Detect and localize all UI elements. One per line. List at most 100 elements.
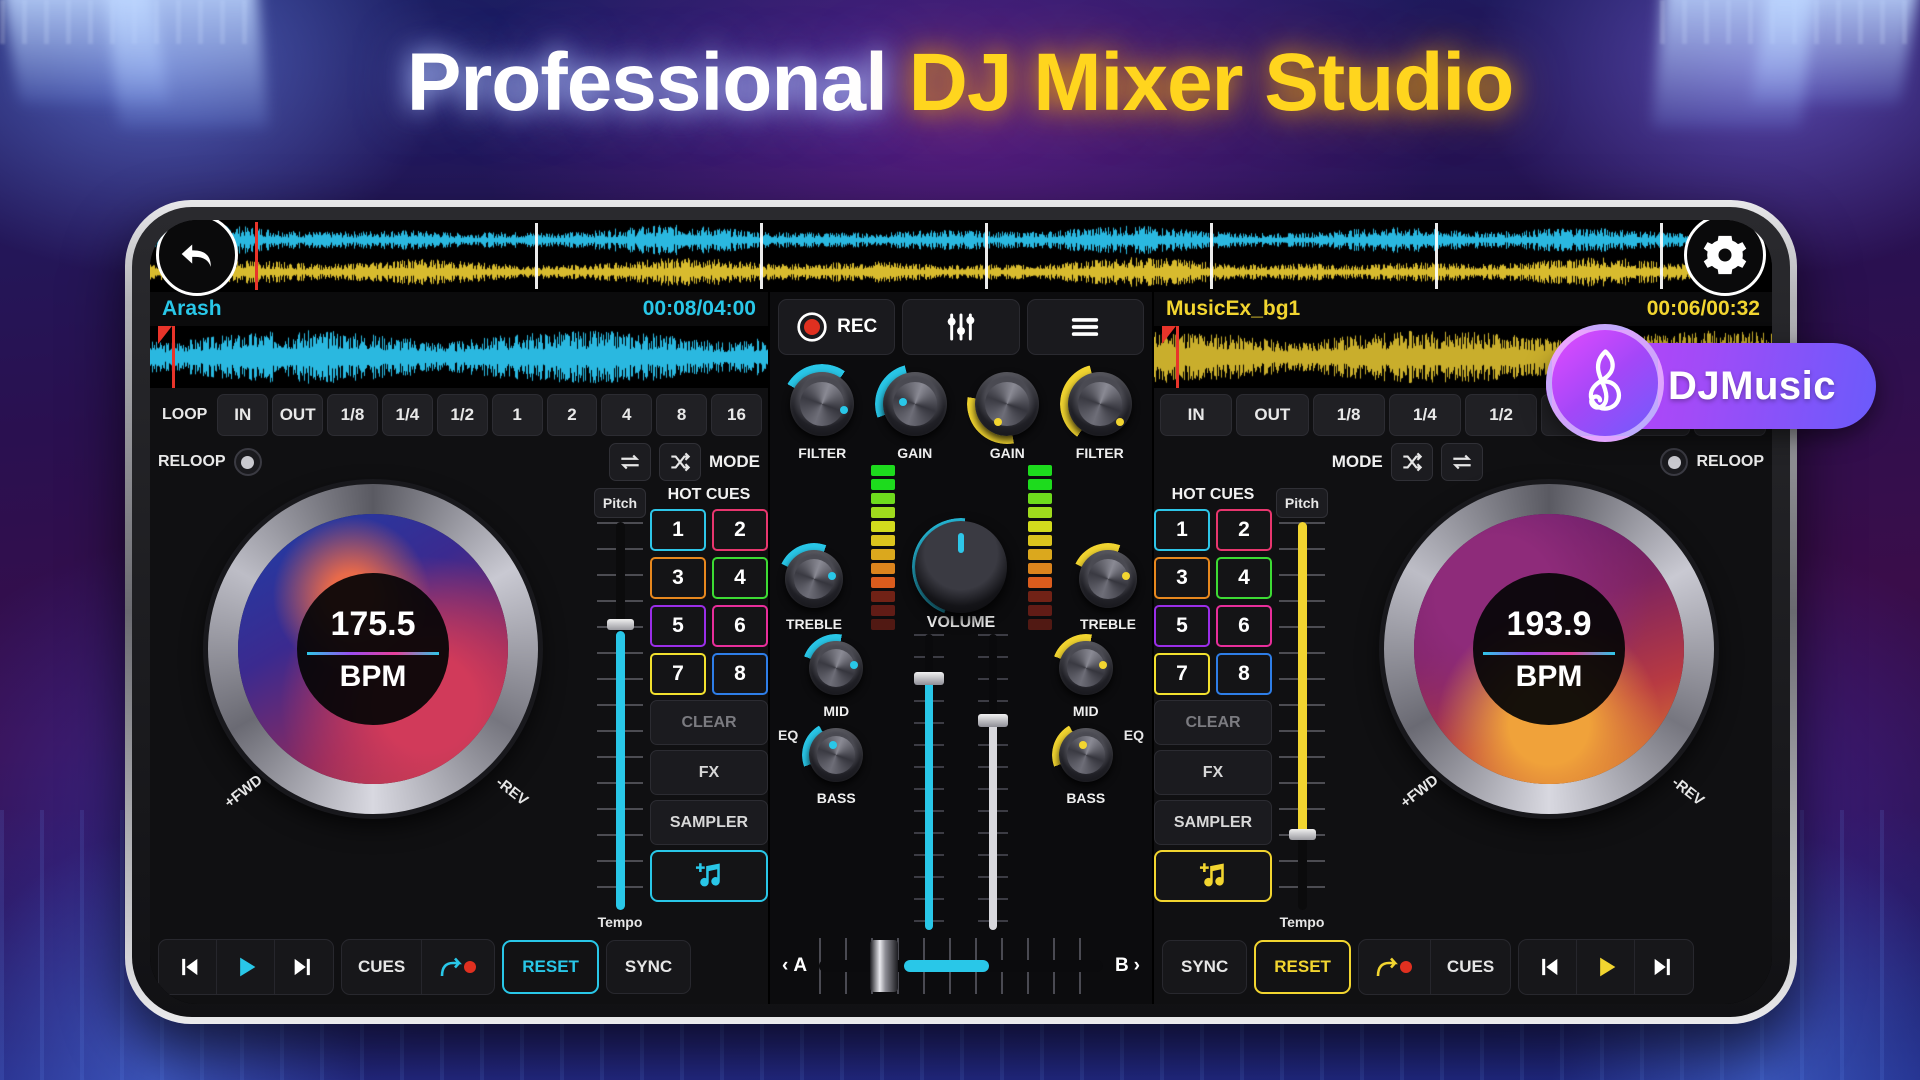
deck-a-cues-button[interactable]: CUES bbox=[342, 940, 422, 994]
mixer-knob-treble-b-dial[interactable] bbox=[1072, 543, 1144, 615]
deck-b-loop-1-4[interactable]: 1/4 bbox=[1389, 394, 1461, 436]
deck-b-tempo-slider[interactable] bbox=[1279, 522, 1325, 910]
deck-A-hot-cue-5[interactable]: 5 bbox=[650, 605, 706, 647]
deck-b-reloop[interactable]: RELOOP bbox=[1660, 448, 1764, 476]
deck-a-loop-1-2[interactable]: 1/2 bbox=[437, 394, 488, 436]
equalizer-button[interactable] bbox=[902, 299, 1019, 355]
deck-B-hot-cue-1[interactable]: 1 bbox=[1154, 509, 1210, 551]
deck-B-hot-cue-7[interactable]: 7 bbox=[1154, 653, 1210, 695]
deck-a-play-button[interactable] bbox=[217, 940, 275, 994]
mixer-knob-bass-a[interactable]: BASS bbox=[802, 721, 870, 806]
deck-b-play-button[interactable] bbox=[1577, 940, 1635, 994]
deck-B-hot-cue-5[interactable]: 5 bbox=[1154, 605, 1210, 647]
deck-a-loop-4[interactable]: 4 bbox=[601, 394, 652, 436]
deck-a-reloop-toggle[interactable] bbox=[234, 448, 262, 476]
deck-b-next-button[interactable] bbox=[1635, 940, 1693, 994]
deck-a-loop-1[interactable]: 1 bbox=[492, 394, 543, 436]
deck-a-prev-button[interactable] bbox=[159, 940, 217, 994]
deck-a-loop-1-4[interactable]: 1/4 bbox=[382, 394, 433, 436]
deck-b-sampler-button[interactable]: SAMPLER bbox=[1154, 800, 1272, 845]
deck-a-clear-button[interactable]: CLEAR bbox=[650, 700, 768, 745]
rec-button[interactable]: REC bbox=[778, 299, 895, 355]
deck-B-hot-cue-2[interactable]: 2 bbox=[1216, 509, 1272, 551]
deck-a-loop-out[interactable]: OUT bbox=[272, 394, 323, 436]
deck-a-pitch-button[interactable]: Pitch bbox=[594, 488, 646, 518]
deck-A-hot-cue-4[interactable]: 4 bbox=[712, 557, 768, 599]
mixer-channel-fader-b-handle[interactable] bbox=[978, 714, 1008, 727]
deck-b-sync-button[interactable]: SYNC bbox=[1162, 940, 1247, 994]
deck-a-loop-in[interactable]: IN bbox=[217, 394, 268, 436]
deck-B-hot-cue-6[interactable]: 6 bbox=[1216, 605, 1272, 647]
mixer-volume-knob[interactable]: VOLUME bbox=[915, 521, 1007, 632]
deck-a-waveform[interactable] bbox=[150, 326, 768, 388]
deck-b-fx-button[interactable]: FX bbox=[1154, 750, 1272, 795]
mixer-knob-treble-b[interactable]: TREBLE bbox=[1072, 543, 1144, 632]
deck-b-shuffle-button[interactable] bbox=[1391, 443, 1433, 481]
mixer-knob-mid-b-dial[interactable] bbox=[1052, 634, 1120, 702]
deck-b-loop-1-8[interactable]: 1/8 bbox=[1313, 394, 1385, 436]
deck-a-jog-wheel[interactable]: 175.5 BPM +FWD -REV bbox=[208, 484, 538, 814]
djmusic-badge[interactable]: DJMusic bbox=[1546, 338, 1876, 434]
settings-button[interactable] bbox=[1684, 220, 1766, 296]
deck-b-loop-record-button[interactable] bbox=[1359, 940, 1431, 994]
deck-a-loop-1-8[interactable]: 1/8 bbox=[327, 394, 378, 436]
deck-a-loop-record-button[interactable] bbox=[422, 940, 494, 994]
deck-A-hot-cue-2[interactable]: 2 bbox=[712, 509, 768, 551]
mixer-knob-filter-a-dial[interactable] bbox=[782, 364, 862, 444]
deck-a-next-button[interactable] bbox=[275, 940, 333, 994]
mixer-knob-gain-b-dial[interactable] bbox=[967, 364, 1047, 444]
deck-A-hot-cue-1[interactable]: 1 bbox=[650, 509, 706, 551]
deck-b-repeat-button[interactable] bbox=[1441, 443, 1483, 481]
crossfader-slider[interactable] bbox=[819, 938, 1103, 994]
deck-b-clear-button[interactable]: CLEAR bbox=[1154, 700, 1272, 745]
deck-a-fx-button[interactable]: FX bbox=[650, 750, 768, 795]
mixer-channel-fader-a-handle[interactable] bbox=[914, 672, 944, 685]
mixer-knob-bass-b-dial[interactable] bbox=[1052, 721, 1120, 789]
deck-a-tempo-handle[interactable] bbox=[607, 619, 634, 630]
deck-a-loop-2[interactable]: 2 bbox=[547, 394, 598, 436]
mixer-knob-gain-a[interactable]: GAIN bbox=[875, 364, 955, 461]
mixer-knob-mid-a-dial[interactable] bbox=[802, 634, 870, 702]
deck-a-sampler-button[interactable]: SAMPLER bbox=[650, 800, 768, 845]
deck-a-loop-8[interactable]: 8 bbox=[656, 394, 707, 436]
deck-b-loop-1-2[interactable]: 1/2 bbox=[1465, 394, 1537, 436]
mixer-knob-filter-a[interactable]: FILTER bbox=[782, 364, 862, 461]
deck-a-reset-button[interactable]: RESET bbox=[502, 940, 599, 994]
deck-B-hot-cue-3[interactable]: 3 bbox=[1154, 557, 1210, 599]
deck-b-tempo-handle[interactable] bbox=[1289, 829, 1316, 840]
deck-b-loop-out[interactable]: OUT bbox=[1236, 394, 1308, 436]
deck-b-reloop-toggle[interactable] bbox=[1660, 448, 1688, 476]
mixer-knob-bass-a-dial[interactable] bbox=[802, 721, 870, 789]
deck-A-hot-cue-8[interactable]: 8 bbox=[712, 653, 768, 695]
mixer-knob-gain-b[interactable]: GAIN bbox=[967, 364, 1047, 461]
mixer-knob-treble-a-dial[interactable] bbox=[778, 543, 850, 615]
deck-b-prev-button[interactable] bbox=[1519, 940, 1577, 994]
deck-a-sync-button[interactable]: SYNC bbox=[606, 940, 691, 994]
deck-b-jog-wheel[interactable]: 193.9 BPM +FWD -REV bbox=[1384, 484, 1714, 814]
deck-A-hot-cue-7[interactable]: 7 bbox=[650, 653, 706, 695]
mixer-knob-gain-a-dial[interactable] bbox=[875, 364, 955, 444]
deck-a-shuffle-button[interactable] bbox=[659, 443, 701, 481]
deck-b-reset-button[interactable]: RESET bbox=[1254, 940, 1351, 994]
deck-a-reloop[interactable]: RELOOP bbox=[158, 448, 262, 476]
deck-a-loop-16[interactable]: 16 bbox=[711, 394, 762, 436]
mixer-knob-treble-a[interactable]: TREBLE bbox=[778, 543, 850, 632]
deck-b-add-sample-button[interactable] bbox=[1154, 850, 1272, 902]
deck-a-add-sample-button[interactable] bbox=[650, 850, 768, 902]
deck-b-cues-button[interactable]: CUES bbox=[1431, 940, 1510, 994]
mixer-channel-fader-b[interactable] bbox=[978, 634, 1008, 930]
deck-a-tempo-slider[interactable] bbox=[597, 522, 643, 910]
menu-button[interactable] bbox=[1027, 299, 1144, 355]
deck-A-hot-cue-3[interactable]: 3 bbox=[650, 557, 706, 599]
deck-b-loop-in[interactable]: IN bbox=[1160, 394, 1232, 436]
deck-a-repeat-button[interactable] bbox=[609, 443, 651, 481]
overview-waveform-strip[interactable] bbox=[150, 220, 1772, 292]
mixer-knob-filter-b[interactable]: FILTER bbox=[1060, 364, 1140, 461]
deck-B-hot-cue-8[interactable]: 8 bbox=[1216, 653, 1272, 695]
deck-A-hot-cue-6[interactable]: 6 bbox=[712, 605, 768, 647]
deck-b-pitch-button[interactable]: Pitch bbox=[1276, 488, 1328, 518]
mixer-volume-dial[interactable] bbox=[915, 521, 1007, 613]
crossfader-handle[interactable] bbox=[870, 940, 898, 992]
mixer-knob-filter-b-dial[interactable] bbox=[1060, 364, 1140, 444]
mixer-knob-mid-b[interactable]: MID bbox=[1052, 634, 1120, 719]
